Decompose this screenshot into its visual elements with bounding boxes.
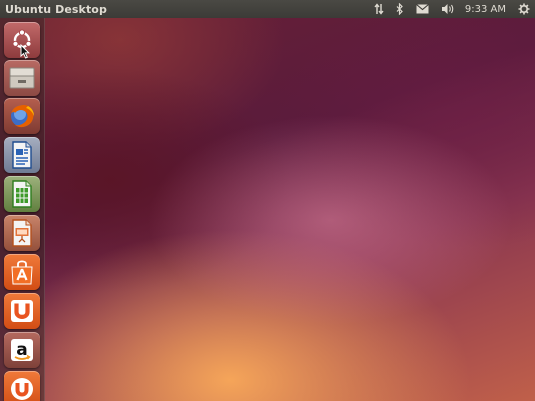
mail-icon[interactable] (416, 0, 429, 18)
volume-icon[interactable] (441, 0, 455, 18)
window-title: Ubuntu Desktop (5, 2, 107, 16)
network-arrows-icon[interactable] (374, 0, 384, 18)
bluetooth-icon[interactable] (396, 0, 404, 18)
software-center-button[interactable] (4, 254, 40, 290)
firefox-button[interactable] (4, 98, 40, 134)
file-cabinet-icon (9, 67, 35, 89)
ubuntu-one-button[interactable] (4, 293, 40, 329)
top-panel: Ubuntu Desktop 9:33 AM (0, 0, 535, 18)
ubuntu-one-icon (11, 300, 33, 322)
launcher: a (0, 18, 45, 401)
ubuntu-one-music-icon (11, 378, 33, 400)
desktop-wallpaper (0, 0, 535, 401)
ubuntu-one-music-button[interactable] (4, 371, 40, 401)
libreoffice-writer-button[interactable] (4, 137, 40, 173)
libreoffice-impress-button[interactable] (4, 215, 40, 251)
calc-spreadsheet-icon (12, 180, 32, 208)
libreoffice-calc-button[interactable] (4, 176, 40, 212)
shopping-bag-icon (11, 260, 33, 285)
amazon-icon: a (11, 339, 33, 361)
mouse-pointer-icon (20, 44, 30, 59)
amazon-button[interactable]: a (4, 332, 40, 368)
svg-text:a: a (16, 340, 27, 360)
gear-icon[interactable] (518, 0, 530, 18)
files-button[interactable] (4, 60, 40, 96)
clock[interactable]: 9:33 AM (465, 4, 506, 15)
desktop: Ubuntu Desktop 9:33 AM a (0, 0, 535, 401)
firefox-icon (11, 105, 34, 128)
indicator-area: 9:33 AM (368, 0, 535, 18)
impress-presentation-icon (12, 219, 32, 247)
writer-document-icon (12, 141, 32, 169)
